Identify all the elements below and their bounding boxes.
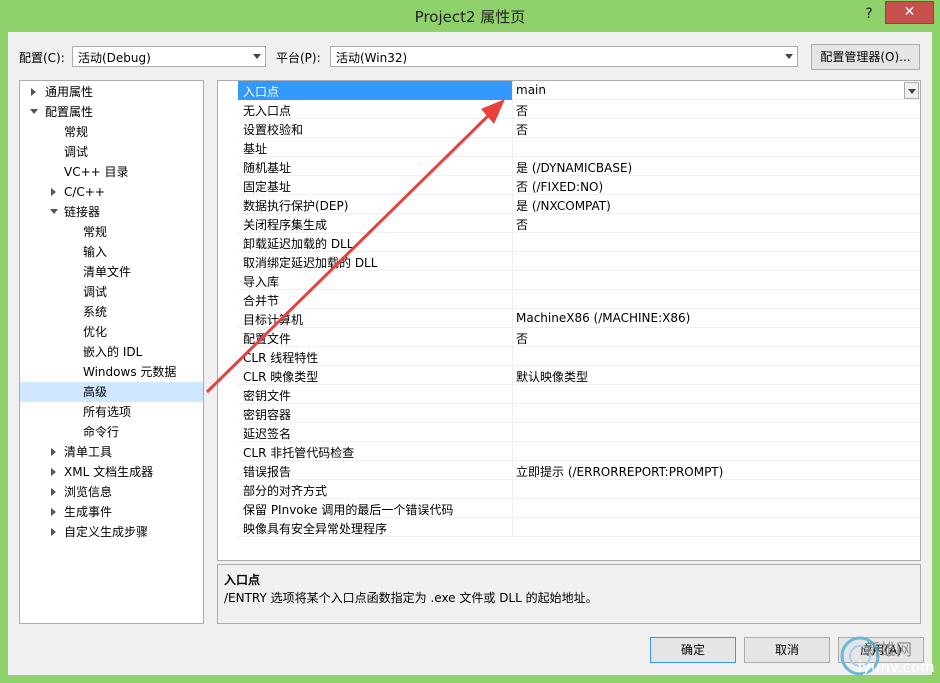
annotation-arrow-line — [205, 110, 494, 394]
watermark-text-url: iyunv.com — [858, 658, 935, 676]
watermark-text-cn: 新雄网 — [864, 640, 913, 659]
annotation-arrow — [205, 99, 505, 394]
properties-window: Project2 属性页 ? ✕ 配置(C): 活动(Debug) 平台(P):… — [0, 0, 940, 683]
watermark-logo: 新雄网 iyunv.com — [838, 630, 938, 682]
